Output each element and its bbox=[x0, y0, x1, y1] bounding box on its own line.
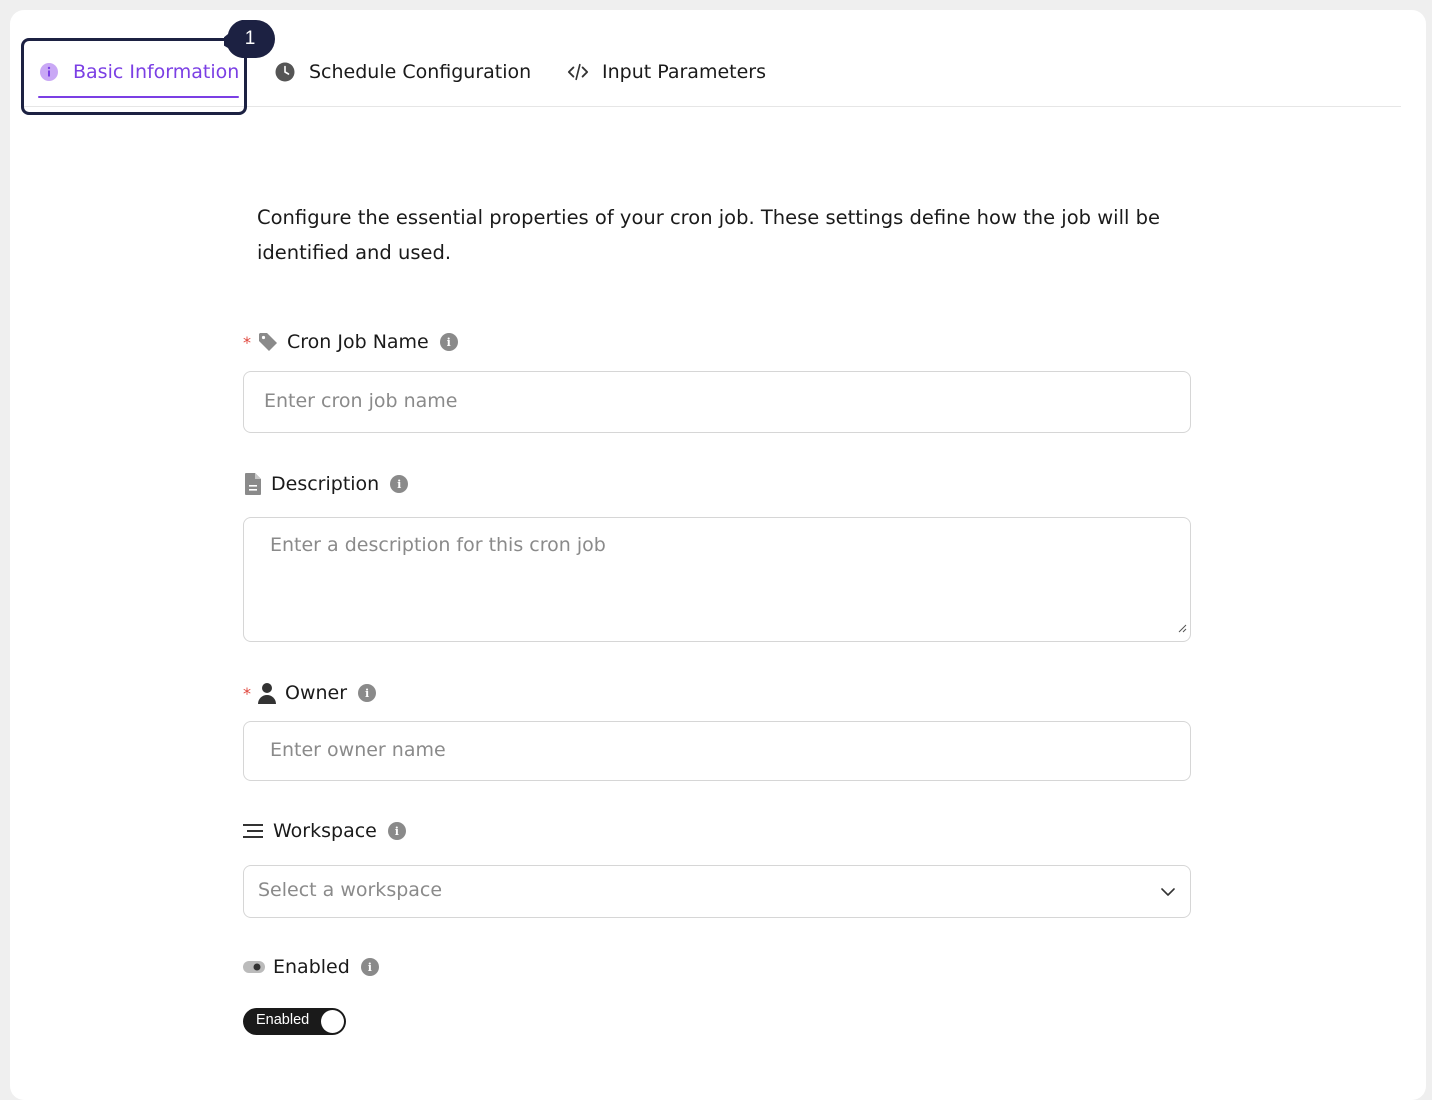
toggle-knob bbox=[321, 1010, 344, 1033]
toggle-icon bbox=[243, 959, 265, 975]
cron-job-name-label: * Cron Job Name i bbox=[243, 331, 458, 353]
info-circle-icon bbox=[38, 61, 60, 83]
field-label-text: Owner bbox=[285, 682, 348, 704]
user-icon bbox=[257, 681, 277, 705]
toggle-label: Enabled bbox=[256, 1012, 310, 1028]
select-placeholder: Select a workspace bbox=[258, 879, 443, 901]
tab-label: Schedule Configuration bbox=[309, 61, 532, 83]
field-label-text: Enabled bbox=[273, 956, 350, 978]
step-number: 1 bbox=[244, 28, 256, 49]
file-icon bbox=[243, 472, 263, 496]
lines-icon bbox=[243, 821, 265, 841]
tag-icon bbox=[257, 331, 279, 353]
info-icon[interactable]: i bbox=[390, 475, 409, 493]
input-placeholder: Enter cron job name bbox=[264, 390, 458, 412]
code-icon bbox=[567, 61, 589, 83]
description-label: Description i bbox=[243, 472, 409, 496]
chevron-down-icon bbox=[1160, 883, 1176, 905]
owner-input[interactable]: Enter owner name bbox=[243, 721, 1191, 781]
info-icon[interactable]: i bbox=[360, 958, 379, 976]
cron-job-name-input[interactable]: Enter cron job name bbox=[243, 371, 1191, 433]
tab-schedule-configuration[interactable]: Schedule Configuration bbox=[274, 40, 531, 104]
required-marker: * bbox=[243, 332, 251, 352]
resize-handle-icon[interactable] bbox=[1177, 616, 1187, 638]
description-textarea[interactable]: Enter a description for this cron job bbox=[243, 517, 1191, 642]
required-marker: * bbox=[243, 683, 251, 703]
field-label-text: Description bbox=[271, 473, 380, 495]
info-icon[interactable]: i bbox=[439, 333, 458, 351]
tab-label: Input Parameters bbox=[602, 61, 766, 83]
tab-basic-information[interactable]: Basic Information bbox=[38, 40, 240, 104]
workspace-select[interactable]: Select a workspace bbox=[243, 865, 1191, 918]
enabled-label: Enabled i bbox=[243, 956, 379, 978]
field-label-text: Workspace bbox=[273, 820, 377, 842]
input-placeholder: Enter a description for this cron job bbox=[270, 534, 606, 556]
info-icon[interactable]: i bbox=[387, 822, 406, 840]
active-tab-indicator bbox=[38, 96, 240, 98]
tab-input-parameters[interactable]: Input Parameters bbox=[567, 40, 766, 104]
step-badge: 1 bbox=[224, 20, 275, 60]
info-icon[interactable]: i bbox=[358, 684, 377, 702]
field-label-text: Cron Job Name bbox=[287, 331, 429, 353]
workspace-label: Workspace i bbox=[243, 820, 406, 842]
input-placeholder: Enter owner name bbox=[270, 739, 446, 761]
owner-label: * Owner i bbox=[243, 681, 377, 705]
clock-icon bbox=[274, 61, 296, 83]
enabled-toggle[interactable]: Enabled bbox=[243, 1008, 346, 1035]
intro-text: Configure the essential properties of yo… bbox=[257, 206, 1161, 264]
tab-label: Basic Information bbox=[73, 61, 240, 83]
